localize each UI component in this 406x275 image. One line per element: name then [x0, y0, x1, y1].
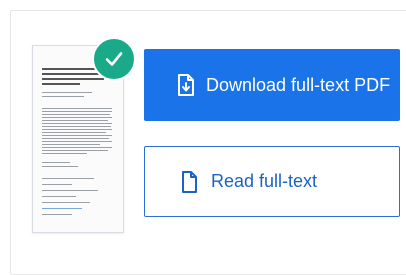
checkmark-icon [92, 37, 136, 81]
read-fulltext-label: Read full-text [211, 171, 318, 191]
download-pdf-label: Download full-text PDF [206, 74, 391, 95]
document-icon [181, 170, 197, 193]
download-pdf-button[interactable]: Download full-text PDF [144, 49, 400, 121]
pdf-download-icon [177, 74, 195, 96]
read-fulltext-button[interactable]: Read full-text [144, 146, 400, 217]
